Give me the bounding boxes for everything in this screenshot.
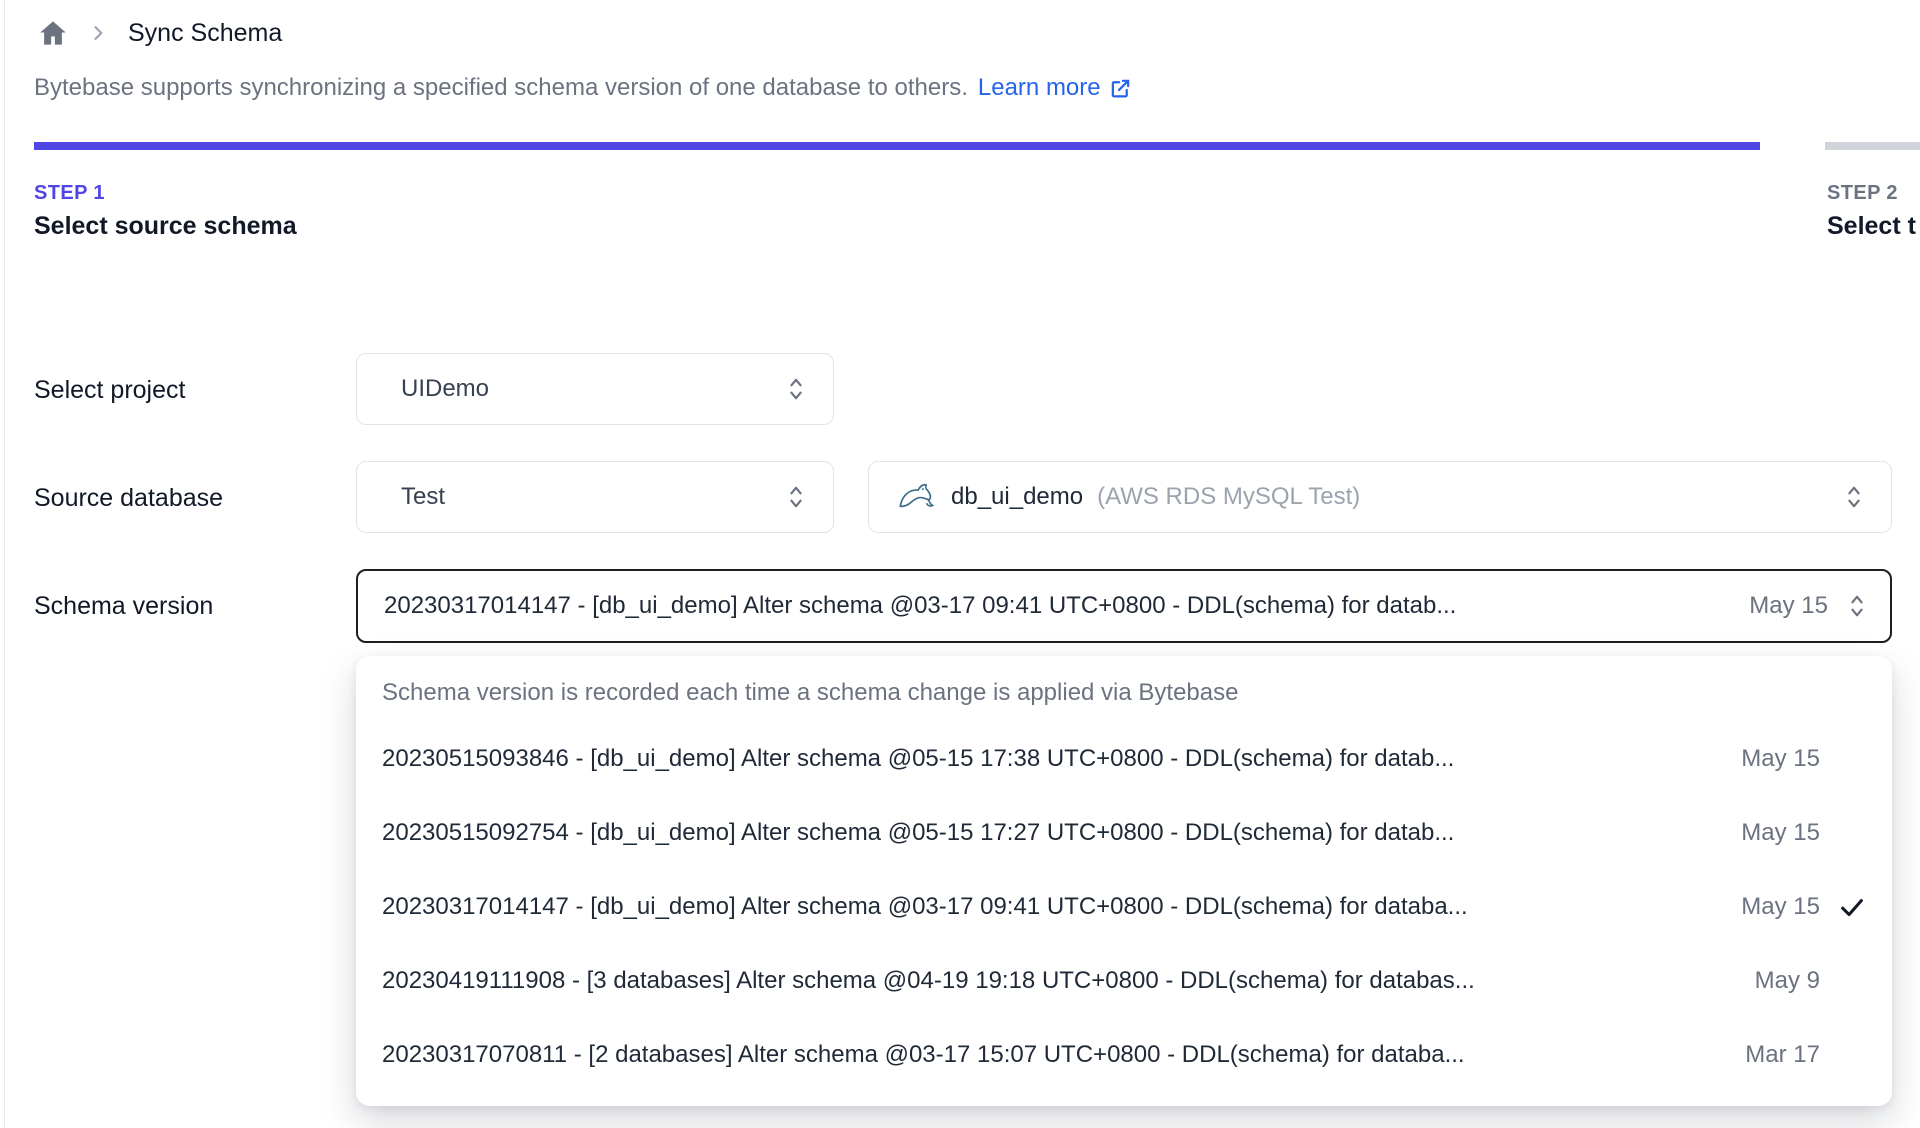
option-text: 20230419111908 - [3 databases] Alter sch… <box>382 967 1475 994</box>
mysql-icon <box>895 476 937 518</box>
option-text: 20230515092754 - [db_ui_demo] Alter sche… <box>382 819 1455 846</box>
content-pane-left-border <box>4 0 5 1128</box>
source-database-label: Source database <box>34 484 224 512</box>
schema-version-label: Schema version <box>34 592 214 620</box>
dropdown-note: Schema version is recorded each time a s… <box>382 679 1239 706</box>
schema-version-option-selected[interactable]: 20230317014147 - [db_ui_demo] Alter sche… <box>356 870 1892 944</box>
option-date: May 15 <box>1741 745 1820 772</box>
intro-line: Bytebase supports synchronizing a specif… <box>34 74 1132 102</box>
select-arrows-icon <box>1843 484 1865 510</box>
option-date: May 15 <box>1741 819 1820 846</box>
environment-select[interactable]: Test <box>356 461 834 533</box>
schema-version-option[interactable]: 20230317070811 - [2 databases] Alter sch… <box>356 1018 1892 1092</box>
check-icon <box>1841 899 1863 917</box>
step1-title: Select source schema <box>34 212 297 240</box>
option-text: 20230515093846 - [db_ui_demo] Alter sche… <box>382 745 1455 772</box>
schema-version-option[interactable]: 20230515093846 - [db_ui_demo] Alter sche… <box>356 722 1892 796</box>
schema-version-option[interactable]: 20230419111908 - [3 databases] Alter sch… <box>356 944 1892 1018</box>
option-date: Mar 17 <box>1745 1041 1820 1068</box>
step2-progress-bar <box>1825 142 1920 150</box>
home-icon[interactable] <box>38 18 68 48</box>
schema-version-date: May 15 <box>1749 592 1828 619</box>
project-select[interactable]: UIDemo <box>356 353 834 425</box>
chevron-right-icon <box>88 23 108 43</box>
learn-more-link[interactable]: Learn more <box>978 74 1132 102</box>
database-detail: (AWS RDS MySQL Test) <box>1097 483 1361 510</box>
learn-more-label: Learn more <box>977 74 1101 101</box>
step1-label: STEP 1 <box>34 182 105 204</box>
project-select-value: UIDemo <box>401 375 490 402</box>
schema-version-value: 20230317014147 - [db_ui_demo] Alter sche… <box>384 592 1457 619</box>
database-select[interactable]: db_ui_demo (AWS RDS MySQL Test) <box>868 461 1892 533</box>
step2-title: Select t <box>1827 212 1916 240</box>
page-title: Sync Schema <box>128 18 283 47</box>
breadcrumb: Sync Schema <box>38 18 282 48</box>
schema-version-select[interactable]: 20230317014147 - [db_ui_demo] Alter sche… <box>356 569 1892 643</box>
intro-text: Bytebase supports synchronizing a specif… <box>34 74 968 101</box>
step1-progress-bar <box>34 142 1760 150</box>
database-name: db_ui_demo <box>951 483 1084 510</box>
schema-version-option[interactable]: 20230515092754 - [db_ui_demo] Alter sche… <box>356 796 1892 870</box>
select-arrows-icon <box>1846 593 1868 619</box>
option-check-slot <box>1820 893 1866 921</box>
external-link-icon <box>1109 77 1132 100</box>
select-project-label: Select project <box>34 376 186 404</box>
select-arrows-icon <box>785 376 807 402</box>
option-text: 20230317070811 - [2 databases] Alter sch… <box>382 1041 1465 1068</box>
select-arrows-icon <box>785 484 807 510</box>
option-date: May 15 <box>1741 893 1820 920</box>
environment-select-value: Test <box>401 483 446 510</box>
step2-label: STEP 2 <box>1827 182 1898 204</box>
schema-version-dropdown: Schema version is recorded each time a s… <box>356 656 1892 1106</box>
option-text: 20230317014147 - [db_ui_demo] Alter sche… <box>382 893 1468 920</box>
option-date: May 9 <box>1754 967 1820 994</box>
